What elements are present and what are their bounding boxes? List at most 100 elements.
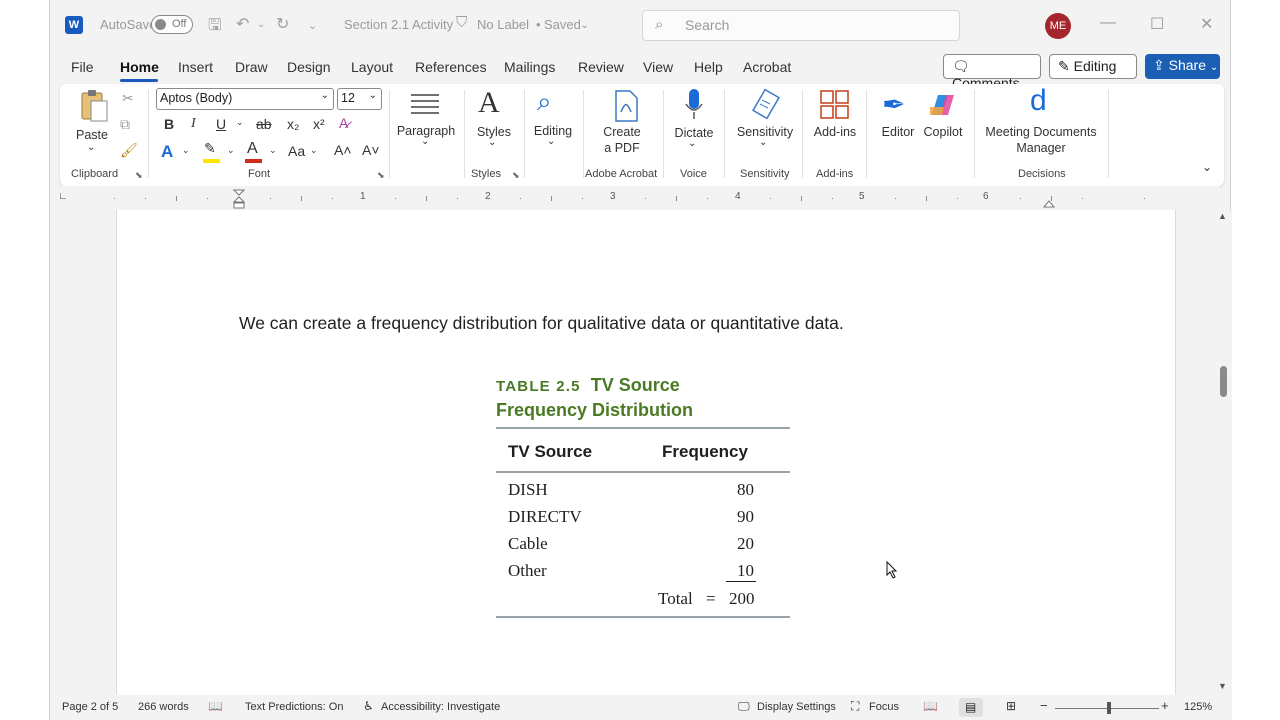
addins-label[interactable]: Add-ins bbox=[810, 125, 860, 139]
document-title[interactable]: Section 2.1 Activity bbox=[344, 17, 453, 32]
bold-button[interactable]: B bbox=[164, 116, 174, 132]
styles-chevron-icon[interactable]: ⌄ bbox=[488, 137, 496, 148]
paste-label[interactable]: Paste bbox=[74, 128, 110, 142]
meeting-documents-icon[interactable]: d bbox=[1030, 84, 1047, 118]
editor-label[interactable]: Editor bbox=[876, 125, 920, 139]
meeting-documents-label-1[interactable]: Meeting Documents bbox=[978, 125, 1104, 139]
vertical-scrollbar[interactable] bbox=[1216, 210, 1232, 695]
redo-icon[interactable]: ↻ bbox=[276, 14, 289, 34]
meeting-documents-label-2[interactable]: Manager bbox=[978, 141, 1104, 155]
close-icon[interactable]: ✕ bbox=[1200, 14, 1213, 34]
highlight-icon[interactable]: ✎ bbox=[204, 140, 216, 157]
tab-review[interactable]: Review bbox=[578, 59, 624, 75]
grow-font-button[interactable]: A˄ bbox=[334, 142, 352, 158]
autosave-toggle[interactable]: Off bbox=[151, 15, 193, 34]
read-mode-icon[interactable]: 📖 bbox=[923, 699, 938, 713]
cut-icon[interactable]: ✂ bbox=[122, 90, 134, 107]
clipboard-launcher-icon[interactable]: ⬊ bbox=[135, 170, 143, 181]
underline-chevron-icon[interactable]: ⌄ bbox=[236, 117, 244, 128]
accessibility-status[interactable]: Accessibility: Investigate bbox=[381, 701, 500, 713]
find-icon[interactable]: ⌕ bbox=[537, 86, 552, 118]
sensitivity-chevron-icon[interactable]: ⌄ bbox=[759, 137, 767, 148]
tab-mailings[interactable]: Mailings bbox=[504, 59, 555, 75]
share-button[interactable]: ⇪ Share ⌄ bbox=[1145, 54, 1220, 79]
avatar[interactable]: ME bbox=[1045, 13, 1071, 39]
paste-icon[interactable] bbox=[78, 88, 110, 124]
web-layout-icon[interactable]: ⊞ bbox=[1006, 699, 1016, 713]
tab-design[interactable]: Design bbox=[287, 59, 331, 75]
save-status[interactable]: Saved bbox=[544, 17, 581, 32]
font-launcher-icon[interactable]: ⬊ bbox=[377, 170, 385, 181]
scroll-up-icon[interactable]: ▲ bbox=[1218, 211, 1227, 221]
title-chevron-down-icon[interactable]: ⌄ bbox=[580, 18, 589, 31]
text-effects-icon[interactable]: A bbox=[161, 142, 173, 162]
tab-home[interactable]: Home bbox=[120, 59, 159, 75]
editing-chevron-icon[interactable]: ⌄ bbox=[547, 136, 555, 147]
copy-icon[interactable]: ⧉ bbox=[120, 116, 130, 133]
styles-icon[interactable]: A bbox=[478, 86, 500, 120]
tab-insert[interactable]: Insert bbox=[178, 59, 213, 75]
save-icon[interactable]: 🖫 bbox=[208, 14, 222, 41]
styles-launcher-icon[interactable]: ⬊ bbox=[512, 170, 520, 181]
print-layout-button[interactable]: ▤ bbox=[959, 698, 983, 717]
strikethrough-button[interactable]: ab bbox=[256, 116, 272, 132]
tab-layout[interactable]: Layout bbox=[351, 59, 393, 75]
text-effects-chevron-icon[interactable]: ⌄ bbox=[182, 145, 190, 156]
undo-icon[interactable]: ↶ bbox=[236, 14, 249, 34]
zoom-level[interactable]: 125% bbox=[1184, 701, 1212, 713]
copilot-icon[interactable] bbox=[926, 89, 958, 121]
display-settings-button[interactable]: Display Settings bbox=[757, 701, 836, 713]
label-status[interactable]: No Label bbox=[477, 17, 529, 32]
tab-help[interactable]: Help bbox=[694, 59, 723, 75]
paragraph-icon[interactable] bbox=[408, 92, 442, 116]
italic-button[interactable]: I bbox=[191, 116, 196, 132]
right-indent-marker[interactable] bbox=[1042, 195, 1056, 208]
editing-mode-button[interactable]: ✎ Editing ⌄ bbox=[1049, 54, 1137, 91]
focus-button[interactable]: Focus bbox=[869, 701, 899, 713]
editor-icon[interactable]: ✒ bbox=[882, 88, 905, 121]
indent-marker[interactable] bbox=[232, 189, 246, 209]
create-pdf-label-2[interactable]: a PDF bbox=[592, 141, 652, 155]
zoom-out-icon[interactable]: − bbox=[1040, 698, 1048, 713]
shrink-font-button[interactable]: A˅ bbox=[362, 142, 380, 158]
font-color-chevron-icon[interactable]: ⌄ bbox=[269, 145, 277, 156]
copilot-label[interactable]: Copilot bbox=[918, 125, 968, 139]
highlight-chevron-icon[interactable]: ⌄ bbox=[227, 145, 235, 156]
undo-dropdown-icon[interactable]: ⌄ bbox=[257, 19, 265, 30]
search-box[interactable]: ⌕ Search bbox=[642, 10, 960, 41]
scroll-down-icon[interactable]: ▼ bbox=[1218, 681, 1227, 691]
font-name-dropdown[interactable]: Aptos (Body) ⌄ bbox=[156, 88, 334, 110]
clear-formatting-icon[interactable]: A̷ bbox=[339, 115, 348, 131]
tab-acrobat[interactable]: Acrobat bbox=[743, 59, 791, 75]
superscript-button[interactable]: x² bbox=[313, 116, 325, 132]
sensitivity-icon[interactable] bbox=[752, 88, 782, 120]
tab-file[interactable]: File bbox=[71, 59, 94, 75]
tab-selector-icon[interactable]: ∟ bbox=[58, 191, 68, 202]
maximize-icon[interactable]: ☐ bbox=[1150, 14, 1164, 34]
zoom-slider-thumb[interactable] bbox=[1107, 702, 1111, 714]
font-color-icon[interactable]: A bbox=[247, 140, 258, 158]
word-count[interactable]: 266 words bbox=[138, 701, 189, 713]
paste-chevron-icon[interactable]: ⌄ bbox=[87, 142, 95, 153]
text-predictions-status[interactable]: Text Predictions: On bbox=[245, 701, 343, 713]
page-count[interactable]: Page 2 of 5 bbox=[62, 701, 118, 713]
create-pdf-label-1[interactable]: Create bbox=[592, 125, 652, 139]
document-page[interactable] bbox=[116, 210, 1176, 695]
underline-button[interactable]: U bbox=[216, 116, 226, 132]
proofing-icon[interactable]: 📖 bbox=[208, 699, 223, 713]
comments-button[interactable]: 🗨 Comments bbox=[943, 54, 1041, 91]
collapse-ribbon-icon[interactable]: ⌄ bbox=[1202, 160, 1212, 174]
dictate-chevron-icon[interactable]: ⌄ bbox=[688, 138, 696, 149]
create-pdf-icon[interactable] bbox=[613, 90, 639, 122]
customize-toolbar-icon[interactable]: ⌄ bbox=[308, 19, 317, 32]
scrollbar-thumb[interactable] bbox=[1220, 366, 1227, 397]
tab-view[interactable]: View bbox=[643, 59, 673, 75]
change-case-button[interactable]: Aa bbox=[288, 143, 305, 159]
subscript-button[interactable]: x₂ bbox=[287, 116, 299, 132]
font-size-dropdown[interactable]: 12 ⌄ bbox=[337, 88, 382, 110]
microphone-icon[interactable] bbox=[684, 88, 704, 122]
zoom-in-icon[interactable]: + bbox=[1161, 698, 1169, 713]
body-paragraph[interactable]: We can create a frequency distribution f… bbox=[239, 313, 844, 334]
paragraph-chevron-icon[interactable]: ⌄ bbox=[421, 136, 429, 147]
tab-references[interactable]: References bbox=[415, 59, 487, 75]
